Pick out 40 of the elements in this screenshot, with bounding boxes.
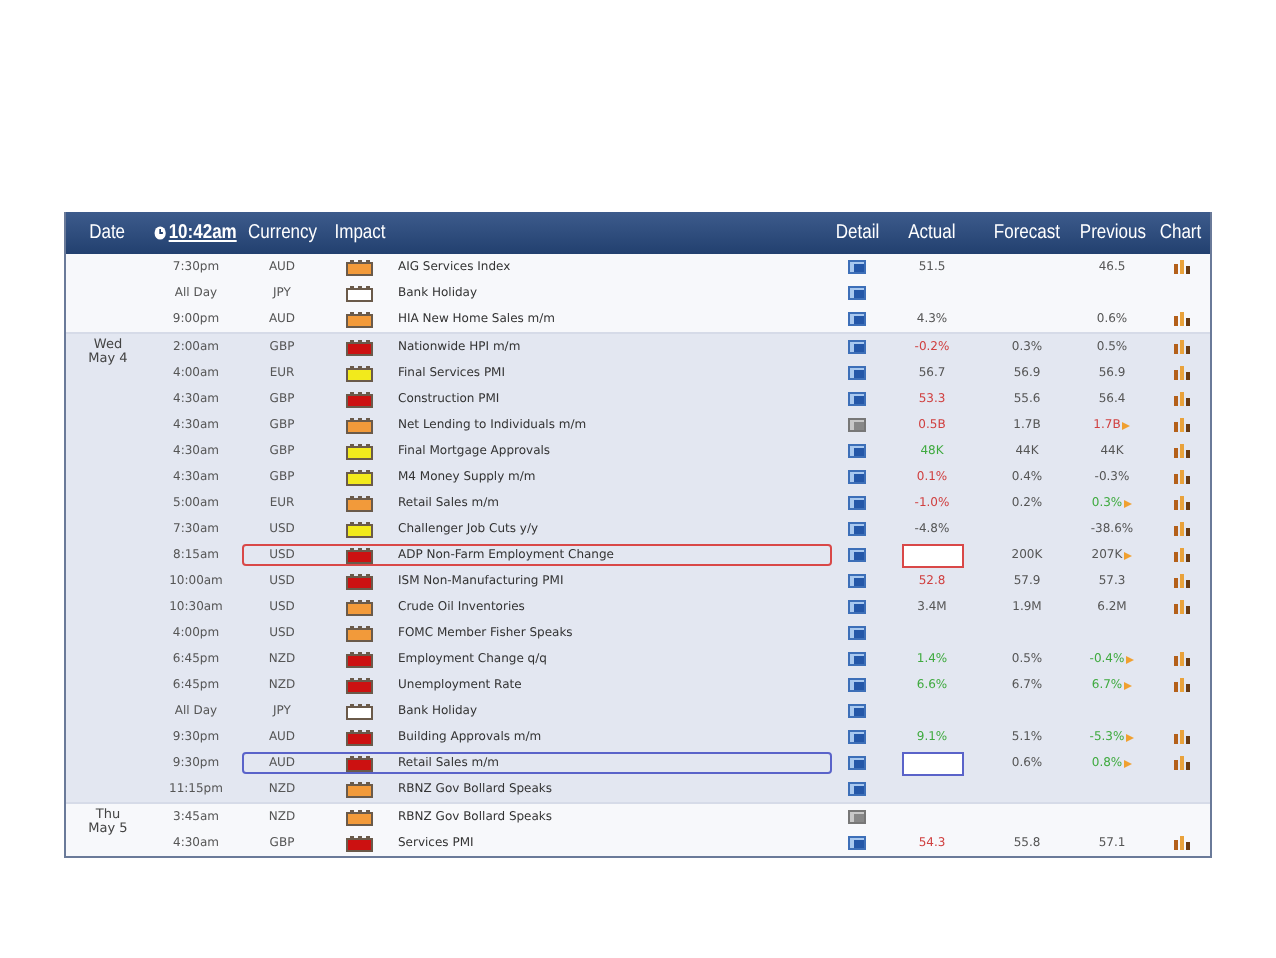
note-icon[interactable] xyxy=(848,418,866,432)
revised-mark-icon xyxy=(1126,655,1135,663)
bar-chart-icon[interactable] xyxy=(1173,600,1189,614)
column-header: Forecast xyxy=(993,222,1061,244)
bar-chart-icon[interactable] xyxy=(1173,444,1189,458)
revised-mark-icon xyxy=(1124,551,1133,559)
bar-chart-icon[interactable] xyxy=(1173,652,1189,666)
bar-chart-icon[interactable] xyxy=(1173,678,1189,692)
revised-mark-icon xyxy=(1122,421,1131,429)
clock-icon xyxy=(154,224,168,242)
revised-mark-icon xyxy=(1126,733,1135,741)
column-header: Previous xyxy=(1078,222,1146,244)
column-header: Impact xyxy=(334,222,386,244)
column-header[interactable]: 10:42am xyxy=(154,222,238,244)
bar-chart-icon[interactable] xyxy=(1173,418,1189,432)
bar-chart-icon[interactable] xyxy=(1173,730,1189,744)
column-header: Date xyxy=(90,222,126,244)
bar-chart-icon[interactable] xyxy=(1173,496,1189,510)
bar-chart-icon[interactable] xyxy=(1173,522,1189,536)
bar-chart-icon[interactable] xyxy=(1173,312,1189,326)
revised-mark-icon xyxy=(1124,759,1133,767)
actual-input-box xyxy=(901,751,963,775)
bar-chart-icon[interactable] xyxy=(1173,260,1189,274)
bar-chart-icon[interactable] xyxy=(1173,470,1189,484)
bar-chart-icon[interactable] xyxy=(1173,392,1189,406)
bar-chart-icon[interactable] xyxy=(1173,836,1189,850)
bar-chart-icon[interactable] xyxy=(1173,340,1189,354)
column-header: Detail xyxy=(835,222,879,244)
bar-chart-icon[interactable] xyxy=(1173,574,1189,588)
actual-input-box xyxy=(901,543,963,567)
note-icon[interactable] xyxy=(848,810,866,824)
revised-mark-icon xyxy=(1124,681,1133,689)
bar-chart-icon[interactable] xyxy=(1173,548,1189,562)
column-header: Actual xyxy=(908,222,956,244)
revised-mark-icon xyxy=(1124,499,1133,507)
note-icon[interactable] xyxy=(848,836,866,850)
bar-chart-icon[interactable] xyxy=(1173,756,1189,770)
column-header: Chart xyxy=(1160,222,1202,244)
bar-chart-icon[interactable] xyxy=(1173,366,1189,380)
column-header: Currency xyxy=(247,222,317,244)
